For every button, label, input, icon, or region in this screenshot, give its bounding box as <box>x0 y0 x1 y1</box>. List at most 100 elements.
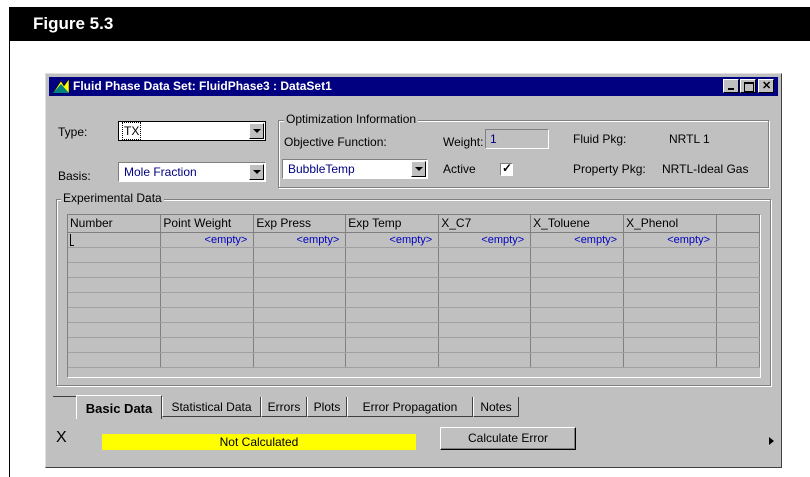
table-cell[interactable] <box>530 337 625 353</box>
table-cell[interactable] <box>68 262 162 278</box>
basis-label: Basis: <box>58 169 91 183</box>
tab-notes[interactable]: Notes <box>473 397 519 417</box>
tab-error-propagation[interactable]: Error Propagation <box>347 397 473 417</box>
table-cell[interactable] <box>68 277 162 293</box>
calculate-error-button[interactable]: Calculate Error <box>440 427 576 450</box>
column-header[interactable]: Exp Temp <box>345 215 440 233</box>
column-header[interactable]: X_C7 <box>438 215 532 233</box>
active-checkbox[interactable] <box>500 161 513 176</box>
table-cell[interactable] <box>160 262 255 278</box>
table-cell[interactable] <box>530 277 625 293</box>
table-row <box>68 307 760 323</box>
table-cell[interactable] <box>253 277 347 293</box>
table-cell[interactable] <box>253 262 347 278</box>
table-cell[interactable] <box>623 337 717 353</box>
objective-function-value: BubbleTemp <box>288 162 355 176</box>
table-cell[interactable] <box>623 247 717 263</box>
table-cell[interactable] <box>345 307 440 323</box>
window-titlebar[interactable]: Fluid Phase Data Set: FluidPhase3 : Data… <box>49 77 778 96</box>
column-header[interactable]: X_Toluene <box>530 215 625 233</box>
table-cell[interactable]: <empty> <box>253 232 347 248</box>
table-cell[interactable] <box>345 277 440 293</box>
table-cell[interactable] <box>623 262 717 278</box>
table-cell[interactable] <box>160 292 255 308</box>
table-cell[interactable] <box>345 292 440 308</box>
table-cell[interactable] <box>345 322 440 338</box>
experimental-data-grid[interactable]: Number Point Weight Exp Press Exp Temp X… <box>67 214 761 378</box>
table-cell[interactable] <box>253 292 347 308</box>
table-cell[interactable] <box>438 307 532 323</box>
column-header[interactable]: Number <box>68 215 162 233</box>
cell-cursor <box>70 234 74 246</box>
table-cell[interactable] <box>623 322 717 338</box>
tab-strip-line <box>53 396 77 397</box>
right-arrow-icon[interactable] <box>769 437 774 445</box>
table-cell[interactable]: <empty> <box>438 232 532 248</box>
tab-statistical-data[interactable]: Statistical Data <box>162 397 261 417</box>
table-cell[interactable] <box>530 352 625 368</box>
table-cell[interactable] <box>438 292 532 308</box>
table-cell[interactable] <box>160 337 255 353</box>
table-cell[interactable] <box>438 262 532 278</box>
table-cell[interactable]: <empty> <box>345 232 440 248</box>
table-cell[interactable] <box>623 307 717 323</box>
minimize-button[interactable] <box>723 79 739 93</box>
table-cell[interactable] <box>68 337 162 353</box>
table-cell[interactable] <box>438 322 532 338</box>
chevron-down-icon[interactable] <box>249 164 264 180</box>
chevron-down-icon[interactable] <box>411 161 426 177</box>
table-cell[interactable] <box>530 322 625 338</box>
table-cell <box>716 352 760 368</box>
data-set-window: Fluid Phase Data Set: FluidPhase3 : Data… <box>45 73 782 468</box>
table-cell[interactable] <box>160 277 255 293</box>
table-cell[interactable] <box>530 262 625 278</box>
chevron-down-icon[interactable] <box>249 123 264 139</box>
column-header[interactable]: Exp Press <box>253 215 347 233</box>
table-cell[interactable] <box>345 352 440 368</box>
table-cell[interactable]: <empty> <box>530 232 625 248</box>
table-cell[interactable] <box>253 322 347 338</box>
table-cell[interactable] <box>253 337 347 353</box>
table-cell[interactable] <box>160 307 255 323</box>
tab-basic-data[interactable]: Basic Data <box>76 395 162 419</box>
column-header[interactable]: Point Weight <box>160 215 255 233</box>
table-cell[interactable] <box>68 307 162 323</box>
objective-function-select[interactable]: BubbleTemp <box>282 159 428 179</box>
type-select[interactable]: TX <box>118 121 266 141</box>
table-cell[interactable] <box>68 247 162 263</box>
table-cell[interactable] <box>345 262 440 278</box>
table-cell[interactable] <box>253 352 347 368</box>
table-cell[interactable] <box>68 322 162 338</box>
table-cell[interactable]: <empty> <box>160 232 255 248</box>
table-cell[interactable] <box>530 292 625 308</box>
table-cell[interactable] <box>438 352 532 368</box>
table-cell[interactable] <box>160 322 255 338</box>
table-cell[interactable] <box>253 247 347 263</box>
table-cell[interactable] <box>438 247 532 263</box>
maximize-button[interactable] <box>740 79 756 93</box>
table-cell[interactable] <box>160 352 255 368</box>
column-header-filler <box>716 215 760 233</box>
table-cell[interactable] <box>530 307 625 323</box>
table-cell[interactable] <box>438 277 532 293</box>
table-cell[interactable] <box>160 247 255 263</box>
table-cell[interactable] <box>345 337 440 353</box>
column-header[interactable]: X_Phenol <box>623 215 717 233</box>
close-button[interactable] <box>758 79 774 93</box>
table-cell[interactable] <box>623 352 717 368</box>
table-cell[interactable] <box>438 337 532 353</box>
table-cell[interactable] <box>68 232 162 248</box>
basis-select[interactable]: Mole Fraction <box>118 162 266 182</box>
table-cell[interactable] <box>623 292 717 308</box>
table-cell[interactable] <box>623 277 717 293</box>
table-cell <box>716 337 760 353</box>
table-cell[interactable]: <empty> <box>623 232 717 248</box>
table-cell[interactable] <box>68 292 162 308</box>
weight-input[interactable]: 1 <box>485 129 549 149</box>
table-cell[interactable] <box>345 247 440 263</box>
tab-errors[interactable]: Errors <box>261 397 307 417</box>
table-cell[interactable] <box>68 352 162 368</box>
tab-plots[interactable]: Plots <box>307 397 347 417</box>
table-cell[interactable] <box>530 247 625 263</box>
table-cell[interactable] <box>253 307 347 323</box>
